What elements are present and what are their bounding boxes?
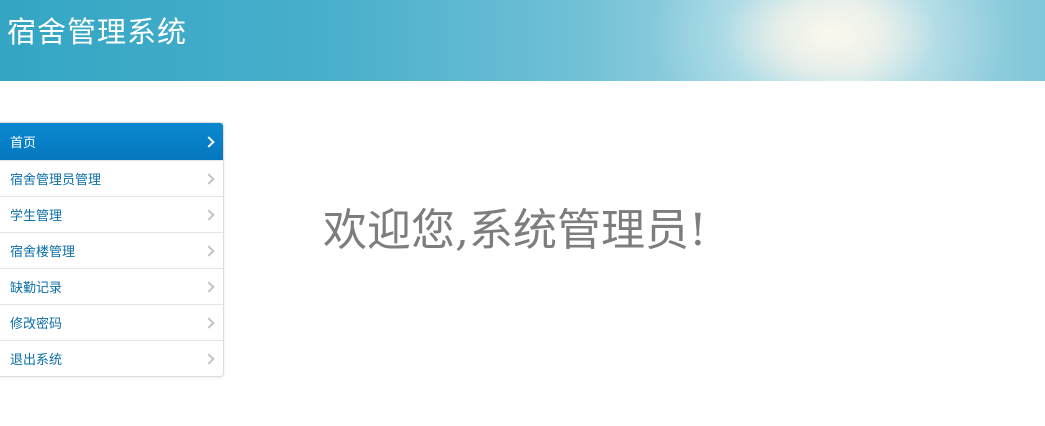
chevron-right-icon	[203, 208, 215, 221]
sidebar-item-label: 缺勤记录	[10, 281, 63, 296]
chevron-right-icon	[203, 244, 215, 257]
app-window: 宿舍管理系统 首页 宿舍管理员管理 学生管理 宿舍楼管理 缺勤记录 修改密码 退…	[0, 0, 1045, 426]
sidebar-item-absence-records[interactable]: 缺勤记录	[0, 268, 223, 304]
header-banner: 宿舍管理系统	[0, 0, 1045, 81]
sidebar-item-label: 退出系统	[10, 353, 63, 368]
chevron-right-icon	[203, 172, 215, 185]
sidebar-item-label: 修改密码	[10, 317, 63, 332]
sidebar-item-student-management[interactable]: 学生管理	[0, 196, 223, 232]
chevron-right-icon	[203, 316, 215, 329]
chevron-right-icon	[203, 135, 215, 148]
sidebar-item-label: 宿舍楼管理	[10, 245, 76, 260]
sidebar-item-label: 学生管理	[10, 209, 63, 224]
chevron-right-icon	[203, 352, 215, 365]
sidebar-item-logout[interactable]: 退出系统	[0, 340, 223, 376]
sidebar-item-label: 宿舍管理员管理	[10, 173, 102, 188]
sidebar-item-label: 首页	[10, 136, 37, 151]
sidebar-item-change-password[interactable]: 修改密码	[0, 304, 223, 340]
welcome-message: 欢迎您,系统管理员!	[323, 205, 707, 256]
app-title: 宿舍管理系统	[7, 15, 188, 49]
sidebar-nav: 首页 宿舍管理员管理 学生管理 宿舍楼管理 缺勤记录 修改密码 退出系统	[0, 122, 224, 377]
sidebar-item-dorm-admin-management[interactable]: 宿舍管理员管理	[0, 160, 223, 196]
chevron-right-icon	[203, 280, 215, 293]
sidebar-item-home[interactable]: 首页	[0, 123, 223, 160]
sidebar-item-dorm-building-management[interactable]: 宿舍楼管理	[0, 232, 223, 268]
